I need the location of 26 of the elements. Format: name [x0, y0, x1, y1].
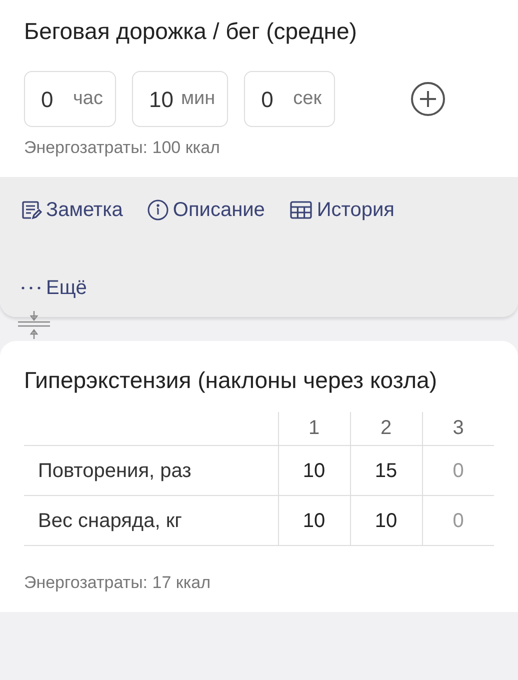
action-link[interactable]: Заметка: [20, 194, 123, 225]
table-cell[interactable]: 15: [350, 446, 422, 496]
more-icon: [20, 284, 42, 291]
time-field[interactable]: 0 час: [24, 71, 116, 128]
time-field[interactable]: 10 мин: [132, 71, 228, 128]
table-cell[interactable]: 10: [350, 496, 422, 546]
action-link[interactable]: Ещё: [20, 272, 87, 303]
column-header: 1: [278, 412, 350, 446]
table-cell[interactable]: 10: [278, 446, 350, 496]
collapse-icon[interactable]: [16, 308, 52, 341]
column-header: 2: [350, 412, 422, 446]
table-icon: [288, 198, 313, 221]
card-title: Беговая дорожка / бег (средне): [24, 17, 358, 46]
add-icon[interactable]: [410, 81, 446, 118]
energy-text: Энергозатраты: 100 ккал: [24, 137, 221, 160]
energy-text: Энергозатраты: 17 ккал: [24, 572, 212, 594]
info-icon: [146, 198, 169, 221]
table-cell[interactable]: 10: [278, 496, 350, 546]
action-link[interactable]: История: [288, 194, 394, 225]
note-icon: [20, 198, 42, 221]
row-label: Повторения, раз: [24, 446, 278, 496]
time-field[interactable]: 0 сек: [244, 71, 335, 128]
row-label: Вес снаряда, кг: [24, 496, 278, 546]
card-title: Гиперэкстензия (наклоны через козла): [24, 366, 438, 395]
column-header: 3: [422, 412, 494, 446]
action-link[interactable]: Описание: [146, 194, 265, 225]
